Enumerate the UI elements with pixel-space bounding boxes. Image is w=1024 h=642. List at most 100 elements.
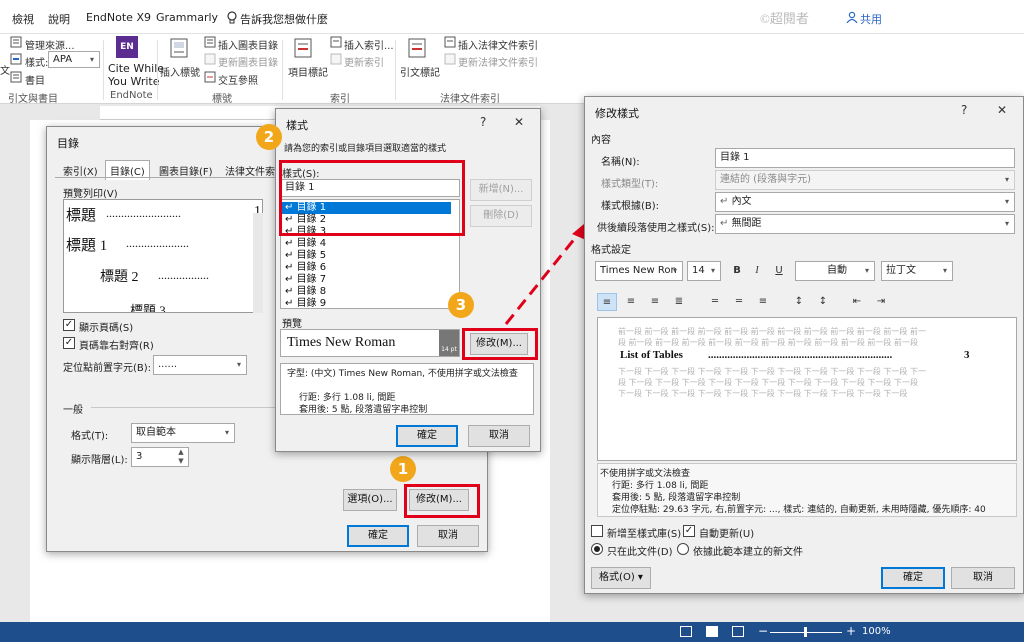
- toc-cancel-button[interactable]: 取消: [417, 525, 479, 547]
- insert-index-button[interactable]: 插入索引...: [344, 37, 394, 52]
- menu-help[interactable]: 說明: [48, 11, 70, 27]
- space-after-icon[interactable]: ↕: [813, 293, 833, 311]
- auto-update-checkbox[interactable]: ✓: [683, 525, 695, 537]
- menu-view[interactable]: 檢視: [12, 11, 34, 27]
- new-docs-template-radio[interactable]: [677, 543, 689, 555]
- font-select[interactable]: Times New Ron ▾: [595, 261, 683, 281]
- web-layout-icon[interactable]: [732, 626, 744, 637]
- style-list-item[interactable]: ↵ 目錄 8: [281, 286, 451, 298]
- style-list-item[interactable]: ↵ 目錄 6: [281, 262, 451, 274]
- preview-scrollbar[interactable]: [253, 213, 263, 313]
- style-list-item[interactable]: ↵ 目錄 5: [281, 250, 451, 262]
- based-on-value: 內文: [731, 196, 752, 207]
- print-layout-icon[interactable]: [706, 626, 718, 637]
- close-icon[interactable]: ✕: [997, 103, 1007, 117]
- manage-sources-button[interactable]: 管理來源...: [25, 37, 75, 52]
- formats-label: 格式(T):: [71, 431, 109, 442]
- align-right-icon[interactable]: ≡: [645, 293, 665, 311]
- style-list-item-label: 目錄 4: [296, 238, 327, 249]
- insert-table-of-figures-button[interactable]: 插入圖表目錄: [218, 37, 278, 52]
- tab-index[interactable]: 索引(X): [63, 163, 98, 178]
- toc-ok-button[interactable]: 確定: [347, 525, 409, 547]
- zoom-in-icon[interactable]: +: [846, 624, 856, 638]
- space-before-icon[interactable]: ↕: [789, 293, 809, 311]
- italic-button[interactable]: I: [747, 262, 767, 280]
- style-new-button[interactable]: 新增(N)...: [470, 179, 532, 201]
- tab-authorities[interactable]: 法律文件索: [225, 163, 275, 178]
- update-index-button[interactable]: 更新索引: [344, 54, 384, 69]
- close-icon[interactable]: ✕: [514, 115, 524, 129]
- formats-select[interactable]: 取自範本 ▾: [131, 423, 235, 443]
- show-page-numbers-checkbox[interactable]: ✓: [63, 319, 75, 331]
- tab-leader-select[interactable]: ...... ▾: [153, 355, 247, 375]
- chevron-down-icon: ▾: [1004, 197, 1009, 206]
- modify-style-dialog: 修改樣式 ? ✕ 內容 名稱(N): 目錄 1 樣式類型(T): 連結的 (段落…: [584, 96, 1024, 594]
- bibliography-button[interactable]: 書目: [25, 72, 45, 87]
- script-select[interactable]: 拉丁文 ▾: [881, 261, 953, 281]
- style-list-item[interactable]: ↵ 目錄 7: [281, 274, 451, 286]
- show-levels-spinner[interactable]: 3 ▲ ▼: [131, 447, 189, 467]
- style-type-select[interactable]: 連結的 (段落與字元) ▾: [715, 170, 1015, 190]
- lightbulb-icon: [226, 11, 238, 28]
- help-icon[interactable]: ?: [480, 115, 486, 129]
- new-docs-template-label: 依據此範本建立的新文件: [693, 547, 803, 558]
- cross-reference-button[interactable]: 交互參照: [218, 72, 258, 87]
- zoom-slider-thumb[interactable]: [804, 627, 807, 637]
- based-on-label: 樣式根據(B):: [601, 201, 660, 212]
- zoom-out-icon[interactable]: −: [758, 624, 768, 638]
- double-spacing-icon[interactable]: ≡: [753, 293, 773, 311]
- underline-button[interactable]: U: [769, 262, 789, 280]
- cite-while-you-write-line2[interactable]: You Write: [108, 75, 160, 88]
- chevron-down-icon: ▾: [89, 55, 94, 64]
- cite-while-you-write-line1[interactable]: Cite While: [108, 62, 164, 75]
- style-dialog-title: 樣式: [286, 119, 308, 132]
- decrease-indent-icon[interactable]: ⇤: [847, 293, 867, 311]
- align-left-icon[interactable]: ≡: [597, 293, 617, 311]
- style-list-item[interactable]: ↵ 目錄 9: [281, 298, 451, 308]
- next-paragraph-text: 下一段 下一段 下一段 下一段 下一段 下一段 下一段 下一段 下一段 下一段 …: [618, 367, 926, 376]
- menu-endnote[interactable]: EndNote X9: [86, 11, 151, 24]
- citation-style-select[interactable]: APA ▾: [48, 51, 100, 68]
- preview-heading-1: 標題 1: [66, 238, 108, 254]
- paragraph-mark-icon: ↵: [285, 238, 297, 249]
- only-this-document-radio[interactable]: [591, 543, 603, 555]
- paragraph-mark-icon: ↵: [285, 262, 297, 273]
- zoom-level[interactable]: 100%: [862, 626, 891, 637]
- single-spacing-icon[interactable]: ═: [705, 293, 725, 311]
- bold-button[interactable]: B: [727, 262, 747, 280]
- style-cancel-button[interactable]: 取消: [468, 425, 530, 447]
- modify-ok-button[interactable]: 確定: [881, 567, 945, 589]
- insert-authorities-button[interactable]: 插入法律文件索引: [458, 37, 538, 52]
- share-button[interactable]: 共用: [860, 11, 882, 27]
- font-color-select[interactable]: 自動 ▾: [795, 261, 875, 281]
- dashed-arrow: [504, 224, 586, 325]
- read-mode-icon[interactable]: [680, 626, 692, 637]
- menu-grammarly[interactable]: Grammarly: [156, 11, 218, 24]
- help-icon[interactable]: ?: [961, 103, 967, 117]
- update-table-button[interactable]: 更新圖表目錄: [218, 54, 278, 69]
- sample-page: 3: [964, 349, 970, 361]
- style-ok-button[interactable]: 確定: [396, 425, 458, 447]
- tab-table-of-figures[interactable]: 圖表目錄(F): [159, 163, 213, 178]
- options-button[interactable]: 選項(O)...: [343, 489, 397, 511]
- one-half-spacing-icon[interactable]: ═: [729, 293, 749, 311]
- add-to-gallery-checkbox[interactable]: [591, 525, 603, 537]
- mark-entry-button[interactable]: 項目標記: [288, 64, 328, 79]
- spinner-arrows-icon[interactable]: ▲ ▼: [174, 448, 188, 466]
- mark-citation-button[interactable]: 引文標記: [400, 64, 440, 79]
- increase-indent-icon[interactable]: ⇥: [871, 293, 891, 311]
- justify-icon[interactable]: ≣: [669, 293, 689, 311]
- update-authorities-button[interactable]: 更新法律文件索引: [458, 54, 538, 69]
- insert-caption-button[interactable]: 插入標號: [160, 64, 200, 79]
- style-list-item[interactable]: ↵ 目錄 4: [281, 238, 451, 250]
- style-name-field[interactable]: 目錄 1: [715, 148, 1015, 168]
- align-center-icon[interactable]: ≡: [621, 293, 641, 311]
- format-dropdown-button[interactable]: 格式(O) ▾: [591, 567, 651, 589]
- modify-cancel-button[interactable]: 取消: [951, 567, 1015, 589]
- based-on-select[interactable]: ↵ 內文 ▾: [715, 192, 1015, 212]
- right-align-checkbox[interactable]: ✓: [63, 337, 75, 349]
- tell-me-search[interactable]: 告訴我您想做什麼: [240, 11, 328, 27]
- size-select[interactable]: 14 ▾: [687, 261, 721, 281]
- following-style-select[interactable]: ↵ 無間距 ▾: [715, 214, 1015, 234]
- preview-heading-2: 標題 2: [100, 270, 139, 285]
